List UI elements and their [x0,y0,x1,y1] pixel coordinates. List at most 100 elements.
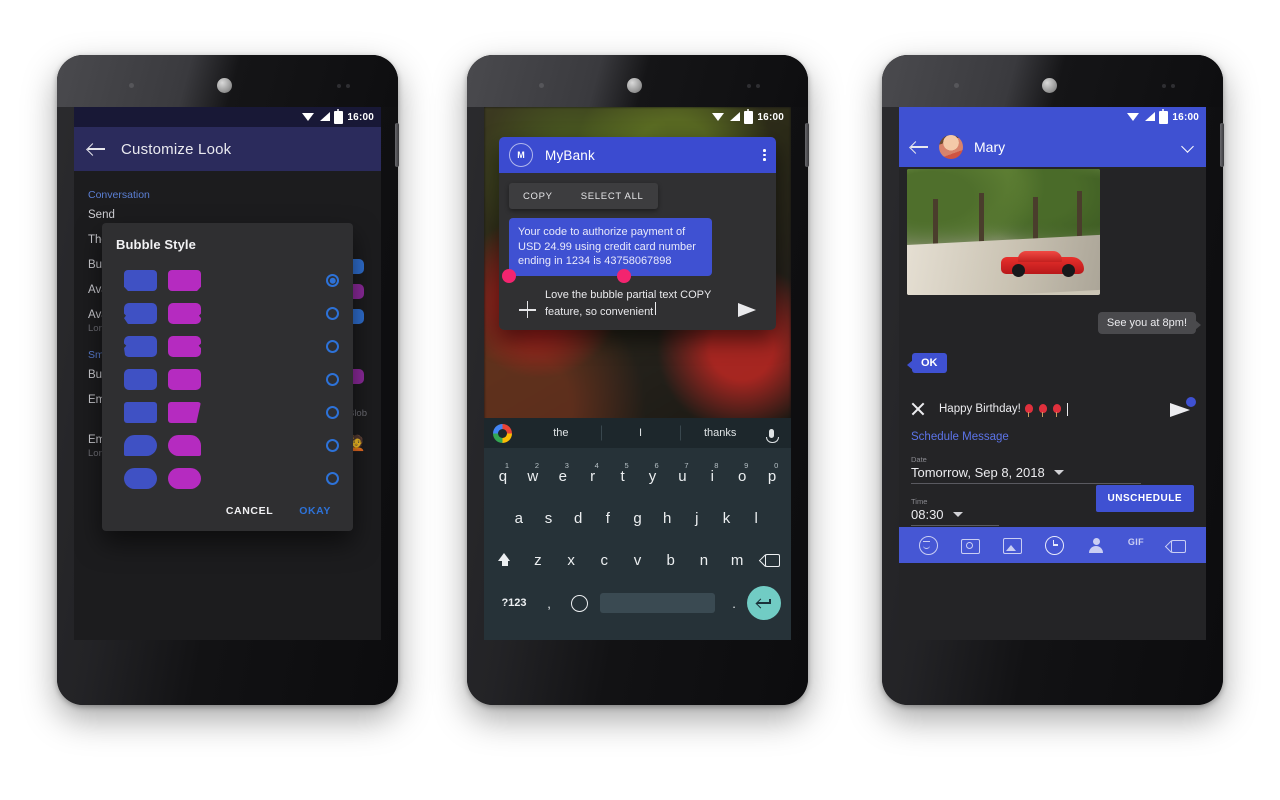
bubble-style-radio[interactable] [326,406,339,419]
key-l[interactable]: l [741,510,771,527]
emoji-key[interactable] [564,594,594,612]
key-u[interactable]: 7u [667,461,697,485]
numeric-key[interactable]: ?123 [494,597,534,609]
key-g[interactable]: g [623,510,653,527]
camera-icon[interactable] [960,538,980,554]
incoming-message-bubble[interactable]: Your code to authorize payment of USD 24… [502,218,712,283]
settings-row-title: Send [88,209,115,221]
bubble-style-option-5[interactable] [102,396,353,429]
reply-input[interactable]: Love the bubble partial text COPY featur… [545,288,729,321]
enter-key[interactable] [747,586,781,620]
key-z[interactable]: z [521,552,554,569]
red-sports-car-photo[interactable] [907,169,1100,295]
select-all-menu-item[interactable]: SELECT ALL [581,191,644,202]
bubble-pair [124,369,201,390]
send-icon[interactable] [738,303,756,318]
suggestion-1[interactable]: the [521,427,601,439]
key-h[interactable]: h [652,510,682,527]
key-s[interactable]: s [534,510,564,527]
bubble-style-radio[interactable] [326,472,339,485]
schedule-clock-icon[interactable] [1045,535,1065,555]
schedule-message-link[interactable]: Schedule Message [911,431,1009,443]
key-k[interactable]: k [712,510,742,527]
key-v[interactable]: v [621,552,654,569]
suggestion-3[interactable]: thanks [680,427,760,439]
bubble-style-radio[interactable] [326,373,339,386]
bubble-style-option-7[interactable] [102,462,353,495]
phone1-power-button[interactable] [395,123,399,167]
overflow-menu-icon[interactable] [763,148,766,162]
key-label: t [620,467,625,485]
space-key[interactable] [600,593,715,613]
bubble-style-option-1[interactable] [102,264,353,297]
dialog-actions: CANCEL OKAY [102,495,353,525]
key-f[interactable]: f [593,510,623,527]
backspace-key[interactable] [754,553,787,567]
contact-icon[interactable] [1088,537,1105,554]
key-y[interactable]: 6y [638,461,668,485]
schedule-time-field[interactable]: Time 08:30 [911,497,999,526]
close-icon[interactable] [911,402,925,416]
bubble-style-radio[interactable] [326,439,339,452]
chevron-down-icon[interactable] [952,512,963,517]
bubble-style-option-4[interactable] [102,363,353,396]
google-logo-icon[interactable] [493,423,512,443]
comma-key[interactable]: , [534,596,564,611]
settings-row[interactable]: Send [88,209,367,221]
key-number: 2 [534,460,539,470]
schedule-date-field[interactable]: Date Tomorrow, Sep 8, 2018 [911,455,1141,484]
key-label: i [710,467,714,485]
key-x[interactable]: x [554,552,587,569]
selection-handle-start[interactable] [502,268,516,283]
emoji-icon[interactable] [918,535,938,555]
shift-key[interactable] [488,553,521,567]
key-p[interactable]: 0p [757,461,787,485]
backspace-icon[interactable] [1167,539,1187,553]
suggestion-2[interactable]: I [601,427,681,439]
key-e[interactable]: 3e [548,461,578,485]
bubble-style-option-2[interactable] [102,297,353,330]
copy-menu-item[interactable]: COPY [523,191,553,202]
keyboard-row-3: z x c v b n m [488,539,787,581]
unschedule-button[interactable]: UNSCHEDULE [1095,485,1194,512]
bubble-style-option-6[interactable] [102,429,353,462]
key-q[interactable]: 1q [488,461,518,485]
bubble-style-radio[interactable] [326,340,339,353]
key-d[interactable]: d [563,510,593,527]
incoming-text-bubble[interactable]: See you at 8pm! [1097,312,1202,334]
gif-icon[interactable]: GIF [1128,537,1144,554]
phone2-status-bar: 16:00 [484,107,791,127]
outgoing-text-bubble[interactable]: OK [907,353,947,373]
key-w[interactable]: 2w [518,461,548,485]
period-key[interactable]: . [721,596,747,611]
bubble-style-option-3[interactable] [102,330,353,363]
selection-handle-end[interactable] [617,268,631,283]
plus-icon[interactable] [519,301,536,319]
key-r[interactable]: 4r [578,461,608,485]
key-i[interactable]: 8i [697,461,727,485]
key-m[interactable]: m [721,552,754,569]
bubble-style-radio[interactable] [326,307,339,320]
key-a[interactable]: a [504,510,534,527]
okay-button[interactable]: OKAY [299,505,331,517]
phone2-power-button[interactable] [805,123,809,167]
gallery-icon[interactable] [1003,537,1023,554]
back-arrow-icon[interactable] [88,142,105,156]
back-arrow-icon[interactable] [911,140,928,154]
key-o[interactable]: 9o [727,461,757,485]
key-t[interactable]: 5t [608,461,638,485]
send-scheduled-icon[interactable] [1170,397,1196,419]
chevron-down-icon[interactable] [1053,470,1064,475]
bubble-style-radio[interactable] [326,274,339,287]
bubble-window-body: COPY SELECT ALL Your code to authorize p… [499,173,776,331]
key-j[interactable]: j [682,510,712,527]
key-n[interactable]: n [687,552,720,569]
microphone-icon[interactable] [760,428,782,443]
key-b[interactable]: b [654,552,687,569]
phone3-power-button[interactable] [1220,123,1224,167]
message-input[interactable]: Happy Birthday! [939,402,1156,417]
chevron-down-icon[interactable] [1183,142,1194,153]
cancel-button[interactable]: CANCEL [226,505,273,517]
key-c[interactable]: c [588,552,621,569]
contact-avatar[interactable] [939,135,963,159]
